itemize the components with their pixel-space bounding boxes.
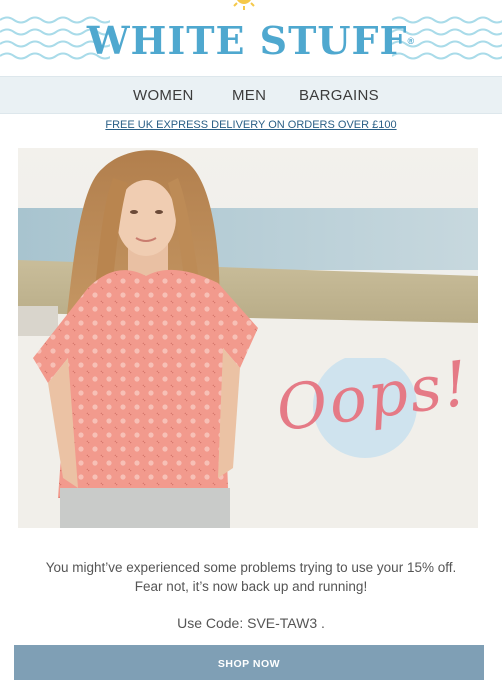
email-header: WHITE STUFF® (0, 0, 502, 76)
delivery-promo-link[interactable]: FREE UK EXPRESS DELIVERY ON ORDERS OVER … (0, 114, 502, 136)
shop-now-button[interactable]: SHOP NOW (14, 645, 484, 680)
brand-logo-text: WHITE STUFF (86, 18, 408, 63)
message-line-1: You might’ve experienced some problems t… (45, 560, 457, 575)
nav-link-men[interactable]: MEN (232, 87, 266, 104)
registered-mark: ® (407, 36, 416, 46)
hero-banner[interactable]: Oops! (18, 148, 478, 528)
nav-link-bargains[interactable]: BARGAINS (299, 87, 379, 104)
nav-link-women[interactable]: WOMEN (133, 87, 194, 104)
hero-image (18, 148, 478, 528)
sun-icon (233, 0, 255, 10)
apology-message: You might’ve experienced some problems t… (0, 558, 502, 596)
main-navigation: WOMEN MEN BARGAINS (0, 76, 502, 114)
discount-code: Use Code: SVE-TAW3 . (177, 615, 325, 631)
brand-logo[interactable]: WHITE STUFF® (0, 16, 502, 66)
message-line-2: Fear not, it’s now back up and running! (134, 579, 368, 594)
